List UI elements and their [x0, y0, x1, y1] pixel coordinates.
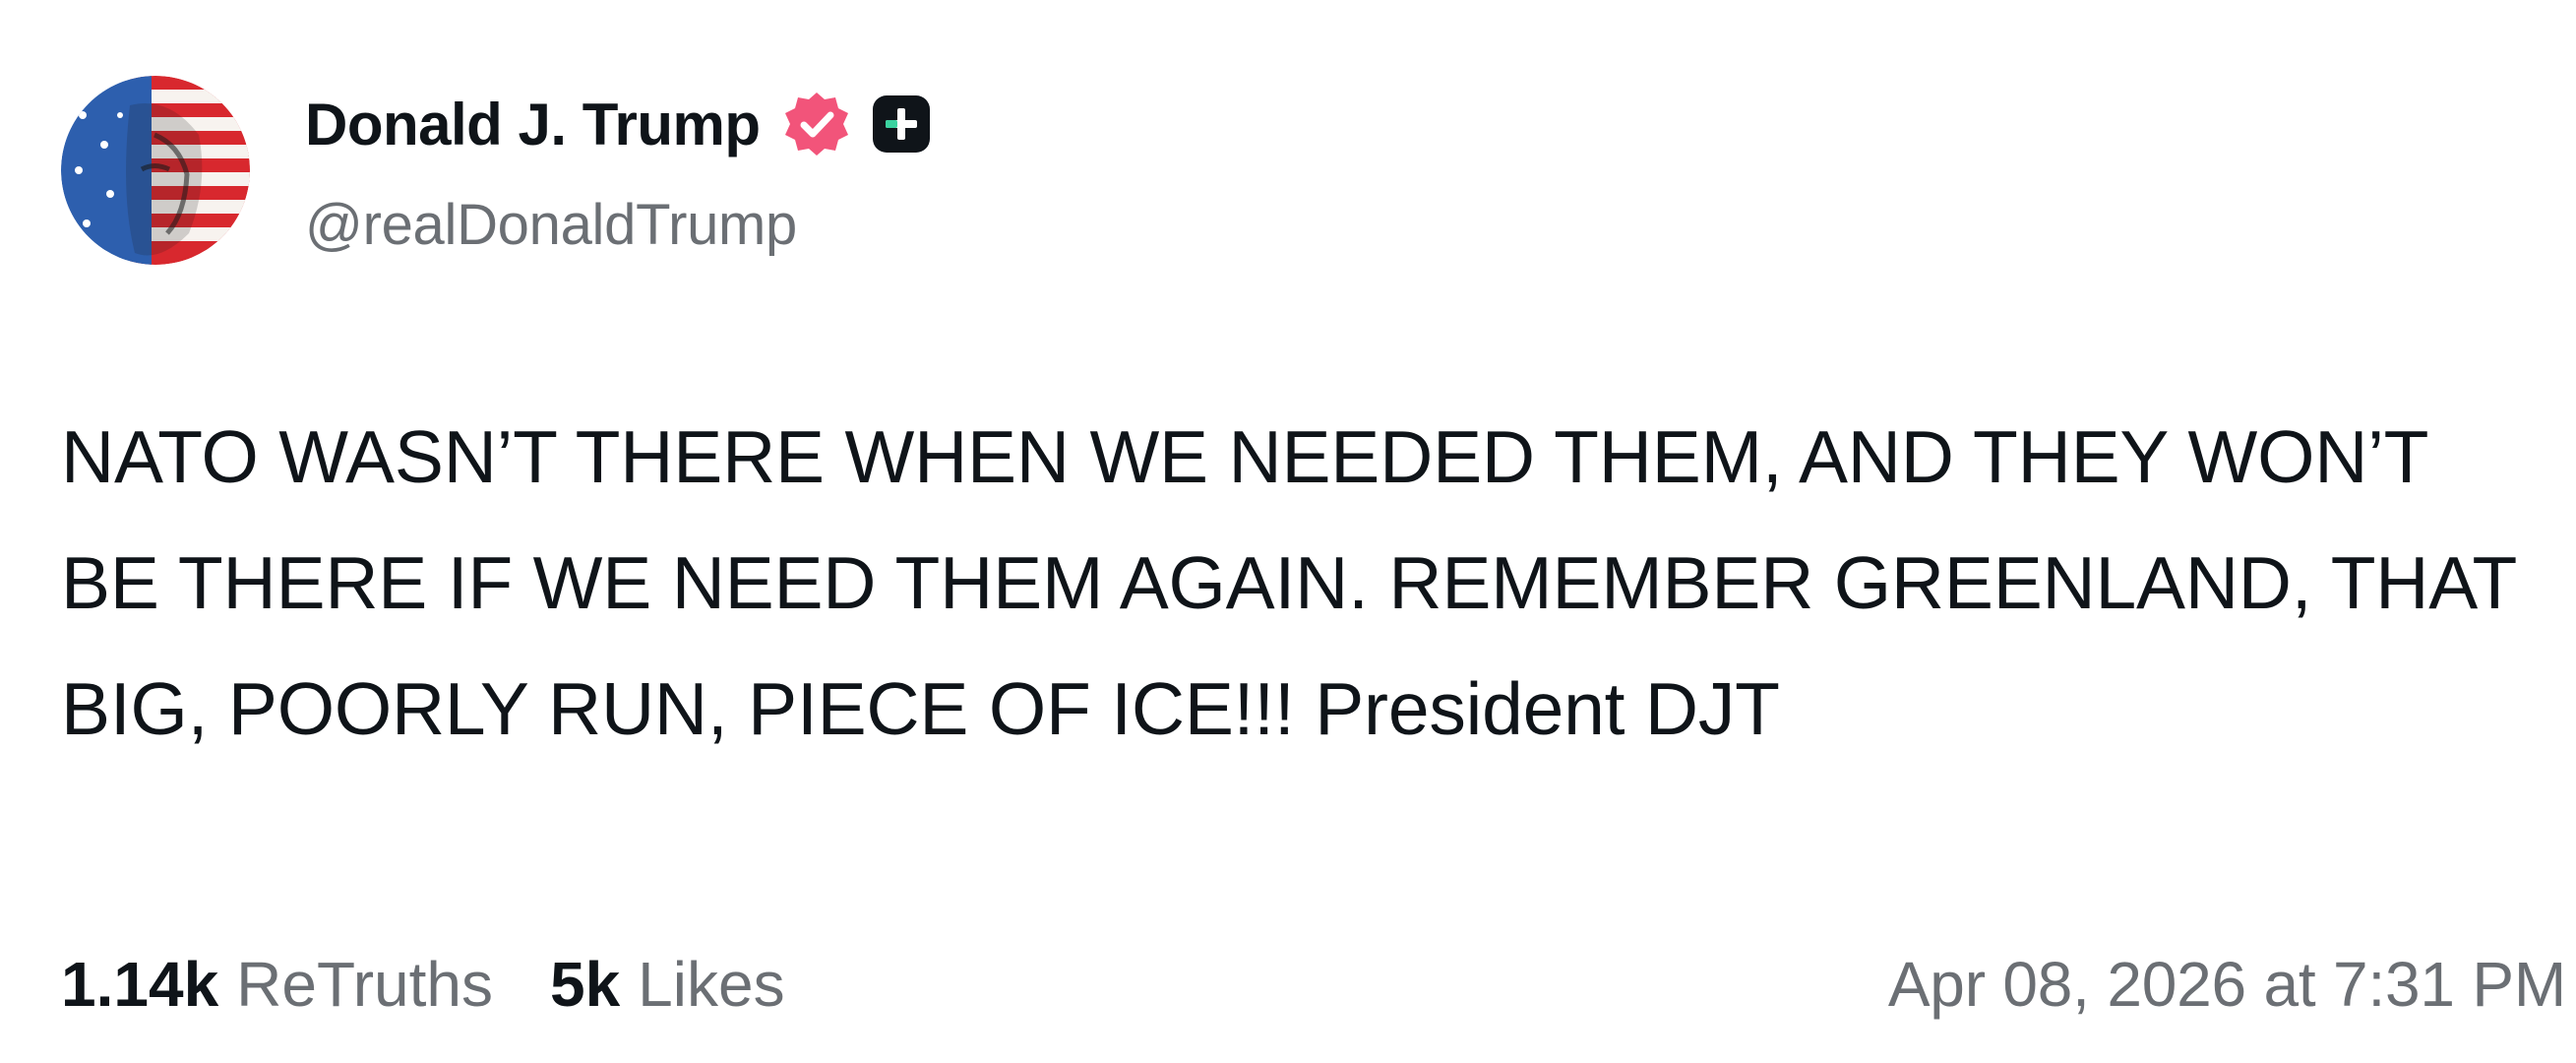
retruths-label: ReTruths: [236, 949, 493, 1020]
post-stats: 1.14k ReTruths 5k Likes: [61, 948, 785, 1021]
likes-count: 5k: [549, 949, 621, 1020]
truth-post: Donald J. Trump @realDonaldTrump NATO WA…: [0, 0, 2576, 1063]
avatar[interactable]: [61, 75, 250, 265]
retruths-count: 1.14k: [61, 949, 219, 1020]
display-name[interactable]: Donald J. Trump: [305, 91, 761, 158]
post-timestamp[interactable]: Apr 08, 2026 at 7:31 PM: [1888, 948, 2566, 1021]
post-footer: 1.14k ReTruths 5k Likes Apr 08, 2026 at …: [61, 940, 2566, 1029]
post-header: Donald J. Trump @realDonaldTrump: [61, 74, 932, 266]
post-text: NATO WASN’T THERE WHEN WE NEEDED THEM, A…: [61, 415, 2516, 750]
author-handle[interactable]: @realDonaldTrump: [305, 192, 932, 258]
author-info: Donald J. Trump @realDonaldTrump: [305, 82, 932, 258]
likes-stat[interactable]: 5k Likes: [550, 948, 785, 1021]
retruths-stat[interactable]: 1.14k ReTruths: [61, 948, 493, 1021]
likes-label: Likes: [638, 949, 785, 1020]
name-row: Donald J. Trump: [305, 82, 932, 166]
verified-badge-icon: [784, 93, 848, 156]
plus-badge-icon: [872, 95, 930, 153]
avatar-image: [61, 75, 250, 265]
